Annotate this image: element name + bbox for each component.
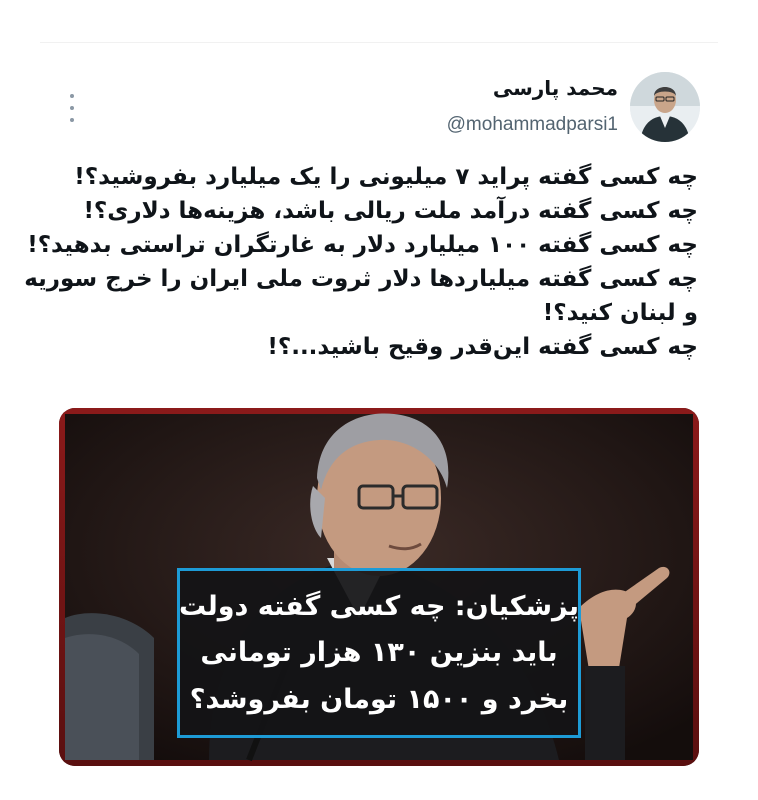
avatar-image xyxy=(630,72,700,142)
avatar[interactable] xyxy=(630,72,700,142)
tweet-text-line: چه کسی گفته درآمد ملت ریالی باشد، هزینه‌… xyxy=(83,198,698,224)
tweet-text-line: چه کسی گفته ۱۰۰ میلیارد دلار به غارتگران… xyxy=(27,232,698,258)
tweet-text-line: چه کسی گفته پراید ۷ میلیونی را یک میلیار… xyxy=(74,164,698,190)
tweet-text-line: چه کسی گفته این‌قدر وقیح باشید...؟! xyxy=(267,334,698,360)
author-handle[interactable]: @mohammadparsi1 xyxy=(447,114,618,136)
tweet-media-image[interactable]: پزشکیان: چه کسی گفته دولت باید بنزین ۱۳۰… xyxy=(59,408,699,766)
more-vertical-icon[interactable] xyxy=(66,94,78,122)
media-caption-line: پزشکیان: چه کسی گفته دولت xyxy=(178,590,579,622)
media-caption-line: بخرد و ۱۵۰۰ تومان بفروشد؟ xyxy=(189,683,569,715)
media-caption-box: پزشکیان: چه کسی گفته دولت باید بنزین ۱۳۰… xyxy=(177,568,581,738)
author-info: محمد پارسی @mohammadparsi1 xyxy=(447,76,618,136)
author-display-name[interactable]: محمد پارسی xyxy=(447,76,618,100)
tweet-text-line: چه کسی گفته میلیاردها دلار ثروت ملی ایرا… xyxy=(24,266,698,292)
top-divider xyxy=(40,42,718,43)
tweet-text: چه کسی گفته پراید ۷ میلیونی را یک میلیار… xyxy=(24,160,698,364)
tweet-text-line: و لبنان کنید؟! xyxy=(542,300,698,326)
media-caption-line: باید بنزین ۱۳۰ هزار تومانی xyxy=(200,637,558,668)
